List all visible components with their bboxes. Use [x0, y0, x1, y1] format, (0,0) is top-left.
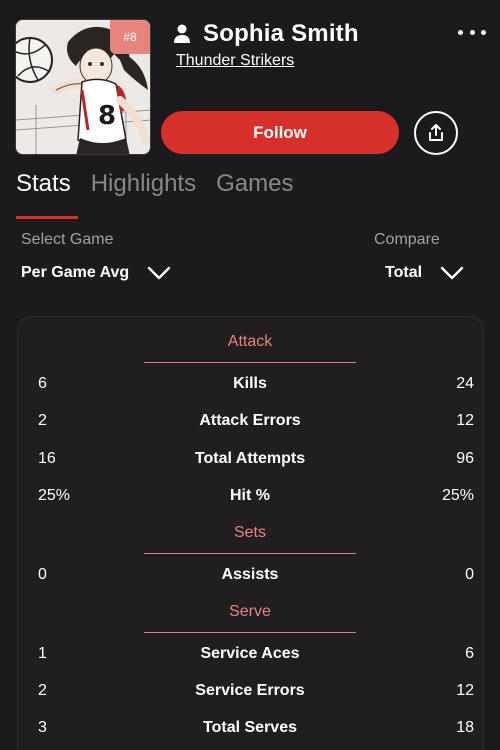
section-divider — [144, 632, 356, 633]
compare-label: Compare — [374, 231, 440, 248]
profile-header: 8 #8 Sophia Smith Thunder Strikers Follo… — [0, 0, 500, 165]
tab-bar: Stats Highlights Games — [16, 170, 313, 220]
chevron-down-icon — [440, 266, 464, 280]
stat-compare-value: 24 — [456, 375, 474, 392]
tab-highlights[interactable]: Highlights — [91, 170, 196, 210]
compare-dropdown[interactable]: Total — [385, 264, 464, 282]
section-title-serve: Serve — [229, 603, 271, 620]
select-game-value: Per Game Avg — [21, 264, 130, 281]
stat-compare-value: 25% — [441, 487, 474, 504]
stat-compare-value: 12 — [456, 412, 474, 429]
share-icon — [429, 124, 443, 141]
dot — [458, 29, 463, 35]
stat-label: Assists — [221, 566, 279, 583]
active-tab-indicator — [16, 216, 78, 219]
stat-label: Total Attempts — [194, 450, 306, 467]
stat-label: Hit % — [230, 487, 270, 504]
stat-label: Total Serves — [203, 719, 297, 736]
stat-compare-value: 12 — [456, 682, 474, 699]
section-title-attack: Attack — [227, 333, 273, 350]
stat-compare-value: 96 — [456, 450, 474, 467]
stat-label: Attack Errors — [199, 412, 301, 429]
player-name: Sophia Smith — [203, 20, 359, 47]
section-divider — [144, 553, 356, 554]
player-name-row: Sophia Smith — [173, 20, 359, 48]
tab-games[interactable]: Games — [216, 170, 293, 210]
stat-compare-value: 18 — [456, 719, 474, 736]
share-button[interactable] — [414, 111, 458, 155]
stat-label: Kills — [233, 375, 267, 392]
jersey-number-badge: #8 — [110, 20, 150, 54]
team-link[interactable]: Thunder Strikers — [176, 52, 294, 70]
svg-text:8: 8 — [98, 101, 116, 131]
section-title-sets: Sets — [233, 524, 266, 541]
more-dots-icon[interactable] — [458, 24, 486, 40]
dot — [469, 29, 475, 35]
person-icon — [174, 24, 190, 43]
select-game-label: Select Game — [21, 231, 114, 248]
compare-value: Total — [385, 264, 423, 281]
stat-label: Service Errors — [195, 682, 305, 699]
select-game-dropdown[interactable]: Per Game Avg — [21, 264, 171, 282]
follow-button[interactable]: Follow — [161, 111, 399, 154]
stat-compare-value: 6 — [465, 645, 474, 662]
stat-compare-value: 0 — [465, 566, 474, 583]
stat-label: Service Aces — [200, 645, 300, 662]
chevron-down-icon — [148, 266, 171, 280]
avatar[interactable]: 8 #8 — [15, 19, 151, 155]
section-divider — [144, 362, 356, 363]
tab-stats[interactable]: Stats — [16, 170, 71, 210]
dot — [481, 29, 486, 35]
